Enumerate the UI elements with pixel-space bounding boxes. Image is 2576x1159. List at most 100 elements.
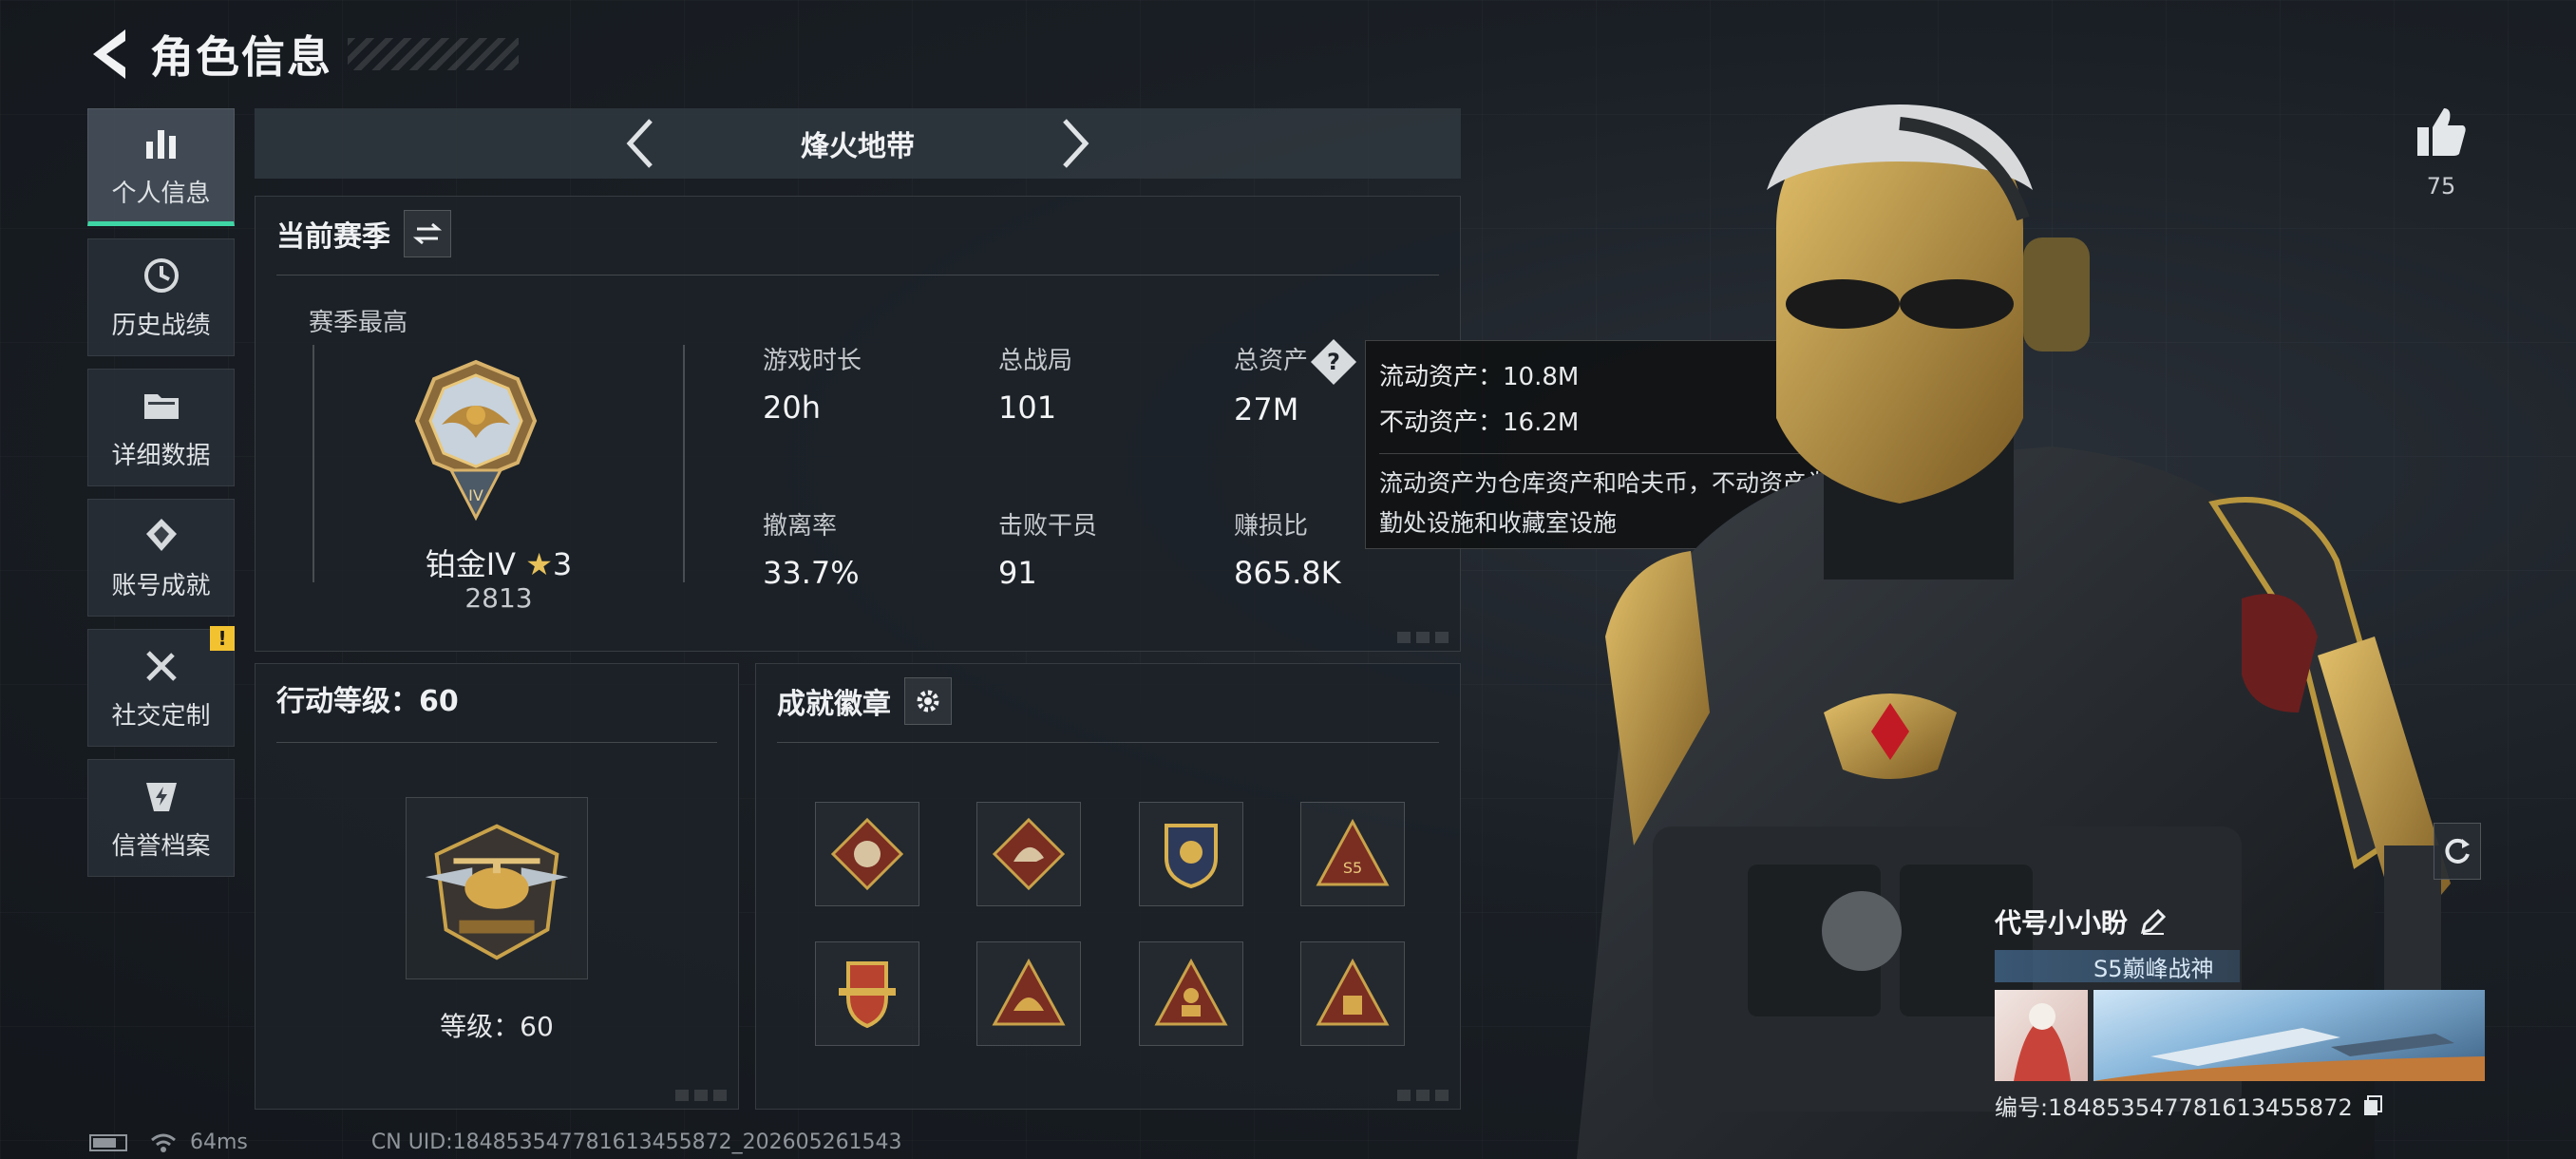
svg-text:IV: IV [468,486,483,504]
divider [777,742,1439,743]
credit-shield-icon [145,782,177,811]
achievement-badge-slot[interactable] [1139,941,1243,1046]
achievement-badge-slot[interactable] [815,941,919,1046]
sidebar-item-label: 详细数据 [111,441,211,470]
winged-shield-badge-icon [839,961,896,1029]
sidebar-item-history[interactable]: 历史战绩 [87,238,235,356]
action-level-title: 行动等级：60 [276,685,459,718]
folder-icon [143,393,179,419]
sidebar-item-label: 个人信息 [111,179,211,208]
sidebar-item-detailed-data[interactable]: 详细数据 [87,369,235,486]
card-banners [1995,990,2489,1081]
wolf-diamond-badge-icon [830,817,904,891]
helmet-triangle-badge-icon [992,958,1066,1026]
achievement-icon [145,518,177,551]
refresh-icon [2445,838,2470,864]
notification-badge: ! [210,626,235,651]
stat-value: 865.8K [1234,555,1341,591]
sidebar-item-personal-info[interactable]: 个人信息 [87,108,235,226]
helicopter-badge-icon [425,824,569,960]
divider [276,742,717,743]
player-id: 编号:1848535477816134558​72 [1995,1094,2353,1121]
star-icon: ★ [525,546,553,582]
sidebar-item-label: 社交定制 [111,701,211,731]
stat-value: 91 [998,555,1037,591]
gear-icon [917,690,939,712]
stat-extraction-rate: 撤离率 33.7% [763,506,860,591]
stat-label: 赚损比 [1234,512,1309,541]
achievement-badge-slot[interactable]: S5 [1300,802,1405,906]
platinum-rank-emblem: IV [414,359,538,522]
rank-tier: 铂金IV [425,546,517,582]
action-level-panel: 行动等级：60 等级：60 [255,663,739,1110]
rotate-model-button[interactable] [2434,823,2481,880]
action-level-emblem [406,797,588,979]
switch-season-button[interactable] [404,210,451,257]
achievement-badge-slot[interactable] [815,802,919,906]
title-badge[interactable]: S5巅峰战神 [1995,950,2240,982]
help-icon[interactable]: ? [1310,338,1357,385]
sidebar-item-social-custom[interactable]: ! 社交定制 [87,626,235,747]
thumbs-up-icon[interactable] [2414,104,2469,160]
player-name-row: 代号小小盼 [1995,902,2489,940]
achievement-badge-slot[interactable] [976,941,1081,1046]
chevron-left-icon[interactable] [622,115,658,172]
rank-score: 2813 [464,582,533,614]
edit-pencil-icon[interactable] [2139,907,2168,936]
stat-label: 总资产? [1234,338,1357,385]
title-badge-text: S5巅峰战神 [2093,955,2214,982]
sidebar-item-account-achievement[interactable]: 账号成就 [87,499,235,617]
stat-label: 撤离率 [763,512,838,541]
panel-corner-decoration [1397,1090,1450,1101]
back-arrow-icon[interactable] [85,26,133,83]
achievement-settings-button[interactable] [904,677,952,725]
action-level-label: 等级：60 [440,1011,554,1042]
achievement-title: 成就徽章 [777,688,891,721]
battery-icon [89,1133,127,1151]
header-decoration [348,38,519,70]
season-panel: 当前赛季 赛季最高 IV 铂金IV ★3 2813 游戏时长 20h 总战局 1… [255,196,1461,652]
achievement-panel: 成就徽章 S5 [755,663,1461,1110]
avatar-banner[interactable] [1995,990,2088,1081]
season-best-label: 赛季最高 [309,309,408,337]
stat-label: 击败干员 [998,512,1098,541]
svg-text:S5: S5 [1343,859,1362,877]
player-id-row: 编号:1848535477816134558​72 [1995,1089,2489,1122]
panel-corner-decoration [1397,632,1450,643]
card-banner-image[interactable] [2093,990,2485,1081]
sidebar: 个人信息 历史战绩 详细数据 账号成就 ! 社交定制 信誉档案 [87,108,235,889]
tools-icon [145,650,177,681]
stat-profit-ratio: 赚损比 865.8K [1234,506,1341,591]
ping-value: 64ms [190,1130,248,1154]
season-panel-title: 当前赛季 [276,220,390,254]
copy-icon[interactable] [2362,1094,2383,1117]
page-title: 角色信息 [150,31,332,83]
achievement-header: 成就徽章 [777,677,952,725]
soldier-triangle-badge-icon [1154,958,1228,1026]
swap-icon [413,222,442,245]
stat-value: 33.7% [763,555,860,591]
achievement-badge-slot[interactable] [1139,802,1243,906]
status-bar: 64ms CN UID:1848535477816134558​72_20260… [89,1130,902,1154]
avatar-art [2014,1003,2071,1081]
like-count: 75 [2426,173,2456,200]
wifi-icon [151,1133,176,1152]
stat-play-time: 游戏时长 20h [763,341,862,426]
mode-title: 烽火地带 [801,130,915,163]
dino-diamond-badge-icon [992,817,1066,891]
like-widget: 75 [2411,104,2472,200]
sidebar-item-credit-file[interactable]: 信誉档案 [87,759,235,877]
stat-operators-defeated: 击败干员 91 [998,506,1097,591]
profile-card: 代号小小盼 S5巅峰战神 编号:1848535477816134558​72 [1995,902,2489,1121]
divider [276,275,1439,276]
bar-chart-icon [145,129,176,159]
stat-total-assets: 总资产? 27M [1234,338,1357,428]
stat-value: 101 [998,390,1057,426]
s5-triangle-badge-icon: S5 [1316,818,1390,886]
chevron-right-icon[interactable] [1057,115,1093,172]
stat-label: 游戏时长 [763,347,862,375]
action-level-header: 行动等级：60 [276,677,459,719]
achievement-badge-slot[interactable] [1300,941,1405,1046]
achievement-badge-slot[interactable] [976,802,1081,906]
player-name: 代号小小盼 [1995,907,2129,939]
